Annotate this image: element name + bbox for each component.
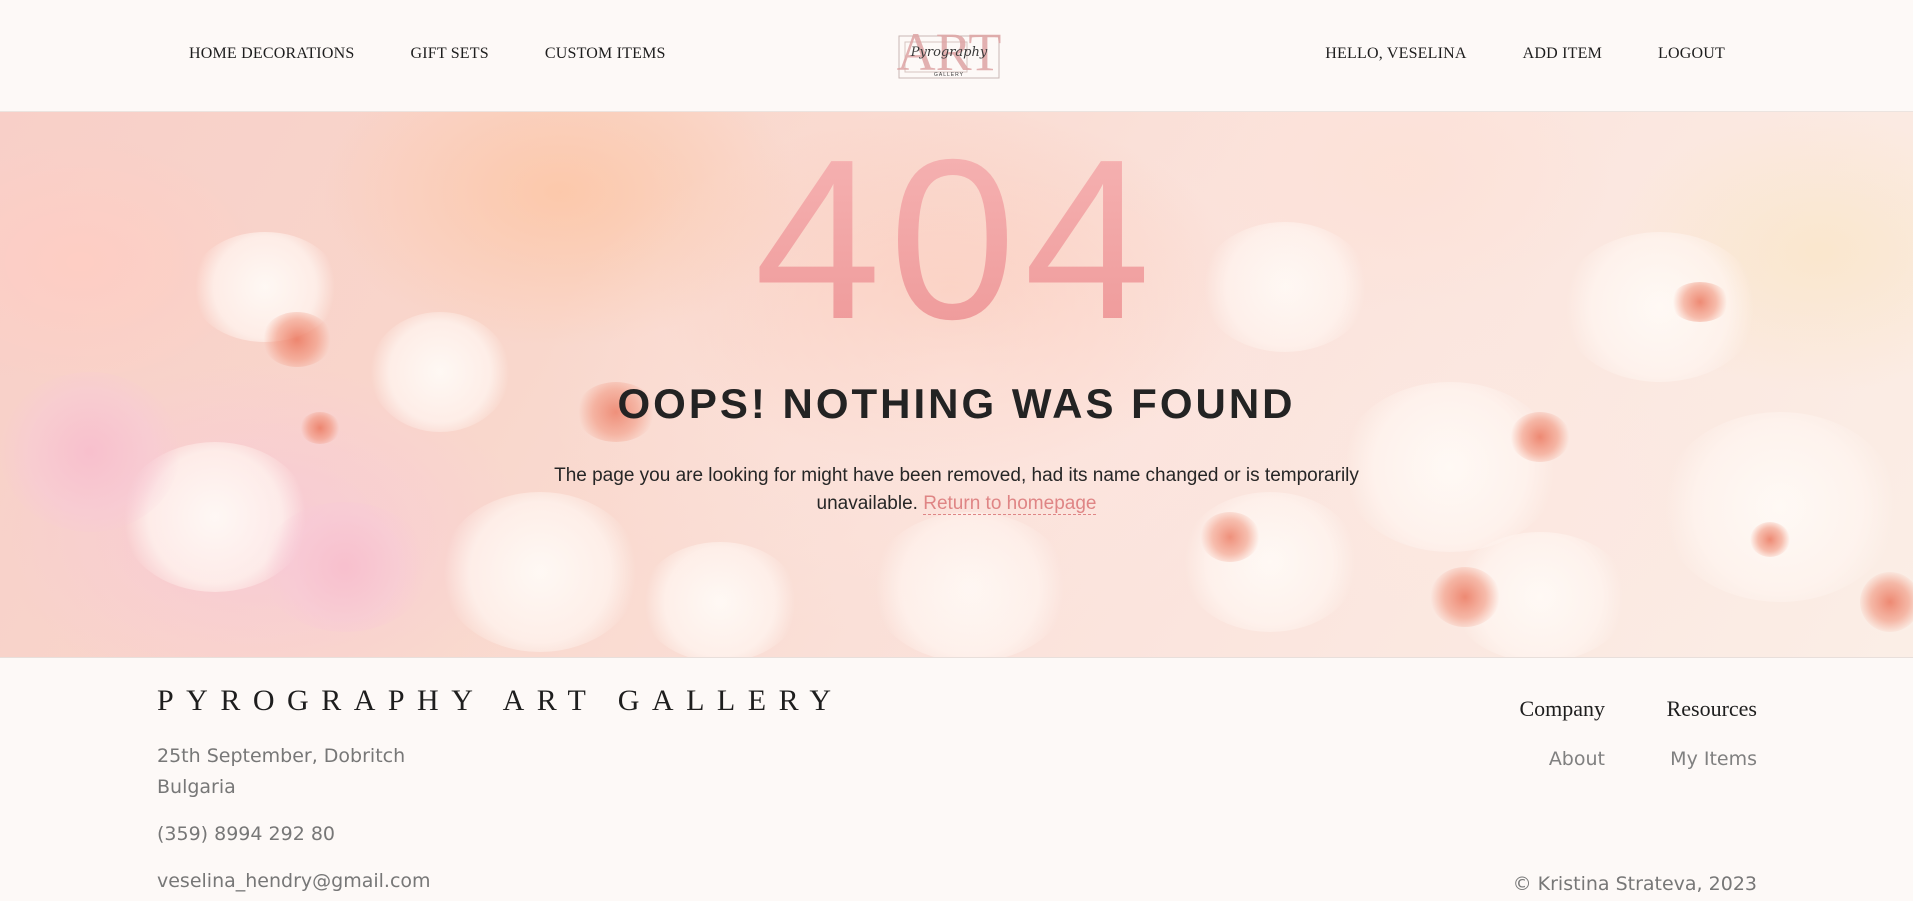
footer-column-title: Resources: [1666, 696, 1757, 721]
logo-script-text: Pyrography: [910, 45, 988, 60]
user-nav: HELLO, VESELINA ADD ITEM LOGOUT: [1325, 45, 1725, 63]
footer-link-my-items[interactable]: My Items: [1667, 748, 1757, 770]
nav-link-add-item[interactable]: ADD ITEM: [1523, 45, 1602, 63]
nav-link-gift-sets[interactable]: GIFT SETS: [410, 45, 488, 63]
footer-column-resources: Resources My Items: [1667, 696, 1757, 770]
error-message-paragraph: The page you are looking for might have …: [520, 462, 1393, 518]
error-title: OOPS! NOTHING WAS FOUND: [617, 380, 1296, 427]
main-nav: HOME DECORATIONS GIFT SETS CUSTOM ITEMS: [189, 45, 666, 63]
nav-link-custom-items[interactable]: CUSTOM ITEMS: [545, 45, 666, 63]
error-code: 404: [0, 126, 1913, 354]
nav-link-home-decorations[interactable]: HOME DECORATIONS: [189, 45, 354, 63]
nav-link-logout[interactable]: LOGOUT: [1658, 45, 1725, 63]
footer-address-line2: Bulgaria: [157, 776, 236, 798]
footer-address-line1: 25th September, Dobritch: [157, 745, 406, 767]
nav-link-greeting[interactable]: HELLO, VESELINA: [1325, 45, 1466, 63]
site-logo[interactable]: ART Pyrography GALLERY: [893, 26, 1005, 84]
site-header: HOME DECORATIONS GIFT SETS CUSTOM ITEMS …: [0, 0, 1913, 112]
error-hero: 404 OOPS! NOTHING WAS FOUND The page you…: [0, 112, 1913, 657]
footer-email: veselina_hendry@gmail.com: [157, 870, 431, 892]
footer-link-about[interactable]: About: [1519, 748, 1605, 770]
copyright: © Kristina Strateva, 2023: [1512, 873, 1757, 895]
footer-brand: PYROGRAPHY ART GALLERY: [157, 684, 844, 717]
footer-column-title: Company: [1519, 696, 1605, 721]
return-to-homepage-link[interactable]: Return to homepage: [923, 493, 1097, 515]
error-content: 404 OOPS! NOTHING WAS FOUND The page you…: [0, 112, 1913, 657]
footer-column-company: Company About: [1519, 696, 1605, 770]
site-footer: PYROGRAPHY ART GALLERY 25th September, D…: [0, 657, 1913, 901]
logo-small-text: GALLERY: [934, 72, 964, 78]
logo-graphic: ART Pyrography GALLERY: [897, 26, 1002, 82]
footer-phone: (359) 8994 292 80: [157, 823, 336, 845]
